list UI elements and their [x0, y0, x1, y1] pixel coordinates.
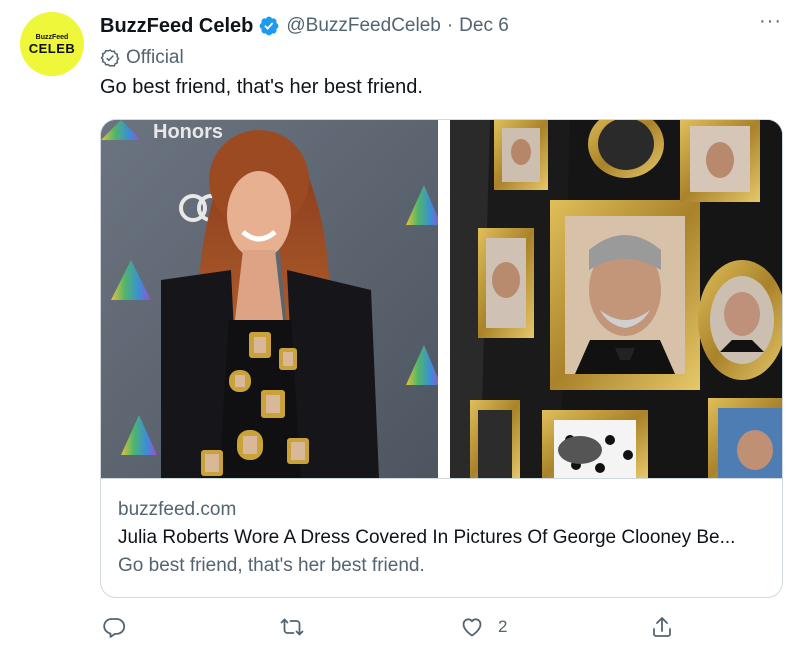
tweet-date[interactable]: Dec 6: [459, 15, 509, 37]
dress-closeup-image: [449, 120, 782, 478]
reply-icon: [103, 618, 126, 638]
photo-divider: [438, 120, 444, 478]
heart-icon: [462, 618, 482, 637]
backdrop-sign-text: Honors: [153, 121, 223, 143]
tweet-text: Go best friend, that's her best friend.: [100, 76, 423, 98]
link-card[interactable]: Honors buzzfeed.com Julia Roberts Wore A…: [100, 119, 783, 598]
action-bar: 2: [100, 612, 783, 642]
share-icon: [653, 617, 671, 637]
verified-badge-icon: [259, 16, 279, 36]
photo-red-carpet: Honors: [101, 120, 439, 478]
photo-dress-closeup: [449, 120, 782, 478]
handle[interactable]: @BuzzFeedCeleb: [286, 15, 440, 37]
card-body[interactable]: buzzfeed.com Julia Roberts Wore A Dress …: [101, 478, 782, 597]
more-options-icon[interactable]: ···: [759, 10, 782, 33]
official-badge-icon: [100, 49, 120, 67]
card-description: Go best friend, that's her best friend.: [118, 555, 425, 576]
card-media[interactable]: Honors: [101, 120, 782, 478]
display-name[interactable]: BuzzFeed Celeb: [100, 15, 253, 38]
card-domain: buzzfeed.com: [118, 499, 237, 520]
card-title: Julia Roberts Wore A Dress Covered In Pi…: [118, 527, 736, 548]
tweet-header: BuzzFeed Celeb @BuzzFeedCeleb · Dec 6: [100, 12, 509, 40]
avatar-brand-big: CELEB: [28, 40, 76, 56]
official-label: Official: [100, 44, 184, 72]
red-carpet-image: Honors: [101, 120, 439, 478]
avatar[interactable]: BuzzFeed CELEB: [20, 12, 84, 76]
reply-button[interactable]: [102, 612, 126, 642]
official-text: Official: [126, 47, 184, 68]
retweet-icon: [280, 618, 304, 636]
retweet-button[interactable]: [280, 612, 304, 642]
separator-dot: ·: [446, 15, 454, 36]
like-button[interactable]: 2: [460, 612, 507, 642]
like-count: 2: [498, 617, 508, 636]
share-button[interactable]: [650, 612, 674, 642]
